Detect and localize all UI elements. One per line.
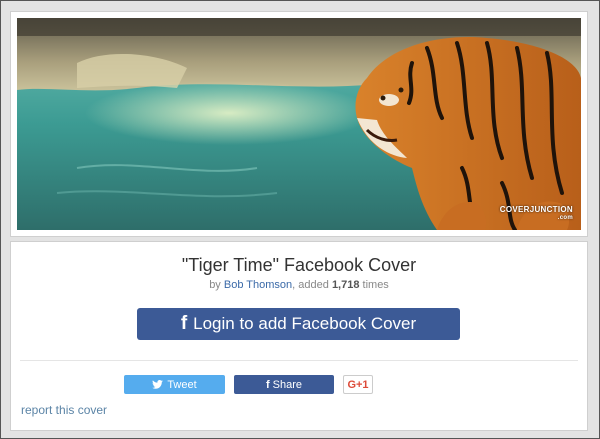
login-button-label: Login to add Facebook Cover [193,314,417,333]
added-count: 1,718 [331,279,360,291]
coverjunction-watermark: COVERJUNCTION .com [500,206,573,222]
cover-image: COVERJUNCTION .com [17,18,581,230]
gplus-label: G+1 [347,378,369,391]
watermark-text: COVERJUNCTION [499,205,573,214]
cover-info-card: "Tiger Time" Facebook Cover by Bob Thoms… [10,241,588,431]
facebook-share-button[interactable]: f Share [234,375,334,394]
cover-title: "Tiger Time" Facebook Cover [181,255,417,275]
watermark-sub: .com [557,215,573,221]
share-label: Share [272,378,303,391]
login-add-cover-button[interactable]: f Login to add Facebook Cover [137,308,460,340]
cover-byline: by Bob Thomson, added 1,718 times [11,279,587,291]
facebook-f-icon: f [265,378,270,391]
divider [20,360,578,361]
google-plus-one-button[interactable]: G+1 [343,375,373,394]
added-suffix: times [359,279,389,291]
page-frame: COVERJUNCTION .com "Tiger Time" Facebook… [0,0,600,439]
tweet-label: Tweet [167,378,197,391]
author-link[interactable]: Bob Thomson [224,279,292,291]
byline-prefix: by [209,279,224,291]
tweet-button[interactable]: Tweet [124,375,225,394]
twitter-bird-icon [152,380,164,389]
tiger-cover-illustration [17,18,581,230]
facebook-f-icon: f [180,313,188,334]
cover-image-card: COVERJUNCTION .com [10,11,588,237]
report-cover-link[interactable]: report this cover [21,403,107,417]
added-prefix: , added [292,279,332,291]
